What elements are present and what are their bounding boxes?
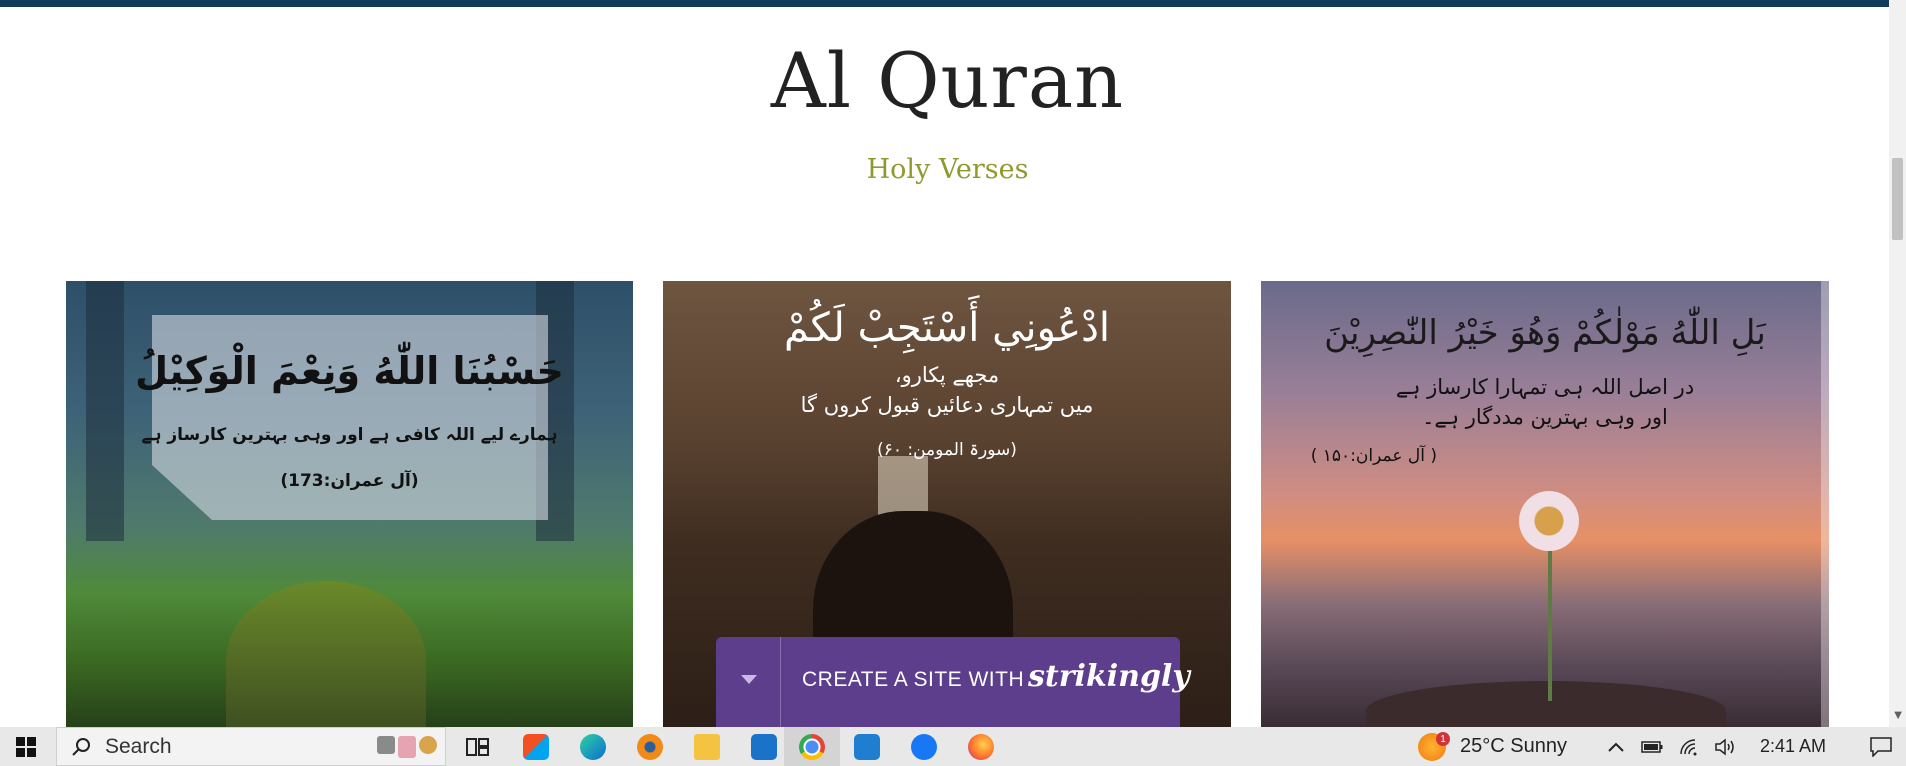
windows-taskbar: Search 1 25°C Sunny 2:41 AM [0, 727, 1906, 766]
page-subtitle: Holy Verses [866, 154, 1029, 185]
search-highlight-image [377, 735, 437, 758]
arabic-verse: ادْعُونِي أَسْتَجِبْ لَكُمْ [783, 305, 1111, 351]
wifi-icon [1680, 738, 1697, 755]
taskbar-app-vscode[interactable] [841, 727, 893, 766]
file-explorer-icon [694, 733, 720, 760]
taskbar-app-firefox[interactable] [955, 727, 1007, 766]
verse-card-balillah[interactable]: بَلِ اللّٰهُ مَوْلٰكُمْ وَهُوَ خَيْرُ ال… [1261, 281, 1829, 727]
chrome-icon [799, 733, 825, 760]
volume-control[interactable] [1710, 727, 1740, 766]
firefox-icon [968, 733, 994, 760]
arabic-verse: بَلِ اللّٰهُ مَوْلٰكُمْ وَهُوَ خَيْرُ ال… [1324, 313, 1766, 353]
caret-down-icon [741, 675, 757, 684]
arabic-verse: حَسْبُنَا اللّٰهُ وَنِعْمَ الْوَكِيْلُ [135, 349, 564, 393]
taskbar-app-facebook[interactable] [898, 727, 950, 766]
weather-text-button[interactable]: 25°C Sunny [1460, 727, 1590, 766]
battery-status[interactable] [1637, 727, 1667, 766]
card-edge-highlight [1821, 281, 1829, 727]
mossy-stump-image [226, 581, 426, 727]
show-hidden-icons-button[interactable] [1603, 727, 1629, 766]
flower-stem-image [1548, 531, 1552, 701]
notification-icon [1870, 736, 1892, 757]
page-scrollbar[interactable]: ▼ [1889, 0, 1906, 727]
urdu-translation-line-1: مجھے پکارو، [894, 363, 1000, 387]
taskbar-search-box[interactable]: Search [56, 727, 446, 766]
weather-text: 25°C Sunny [1460, 735, 1567, 757]
taskbar-app-chrome[interactable] [784, 727, 840, 766]
taskbar-app-mail[interactable] [738, 727, 790, 766]
page-title: Al Quran [770, 36, 1125, 125]
facebook-icon [911, 733, 937, 760]
taskbar-app-edge[interactable] [567, 727, 619, 766]
pot-image [1366, 681, 1726, 727]
chevron-up-icon [1608, 742, 1624, 752]
vscode-icon [854, 733, 880, 760]
search-label: Search [105, 734, 172, 758]
verse-card-hasbunallah[interactable]: حَسْبُنَا اللّٰهُ وَنِعْمَ الْوَكِيْلُ ہ… [66, 281, 633, 727]
flower-icon [1519, 491, 1579, 551]
blender-icon [637, 733, 663, 760]
weather-widget-button[interactable]: 1 [1414, 727, 1450, 766]
weather-notification-badge: 1 [1436, 732, 1450, 746]
urdu-translation: ہمارے لیے اللہ کافی ہے اور وہی بہترین کا… [141, 425, 558, 445]
edge-icon [580, 733, 606, 760]
taskbar-app-blender[interactable] [624, 727, 676, 766]
create-site-banner[interactable]: CREATE A SITE WITH strikingly [716, 637, 1190, 727]
verse-reference: (آل عمران:173) [280, 471, 419, 491]
taskbar-app-file-explorer[interactable] [681, 727, 733, 766]
urdu-translation-line-2: اور وہی بہترین مددگار ہے۔ [1422, 405, 1668, 429]
banner-cta-text[interactable]: CREATE A SITE WITH [802, 668, 1024, 692]
task-view-button[interactable] [452, 727, 504, 766]
mail-icon [751, 733, 777, 760]
banner-collapse-button[interactable] [716, 637, 781, 727]
scrollbar-thumb[interactable] [1892, 158, 1903, 240]
clock-time: 2:41 AM [1759, 736, 1827, 756]
verse-reference: (سورۃ المومن: ۶۰) [877, 440, 1017, 460]
tree-trunk-decoration [86, 281, 124, 541]
verse-reference: ( آل عمران:۱۵۰ ) [1310, 446, 1437, 466]
windows-icon [16, 736, 36, 757]
battery-icon [1641, 740, 1663, 753]
urdu-translation-line-2: میں تمہاری دعائیں قبول کروں گا [800, 393, 1094, 417]
search-icon [72, 737, 90, 756]
action-center-button[interactable] [1856, 727, 1906, 766]
urdu-translation-line-1: در اصل اللہ ہی تمہارا کارساز ہے [1395, 375, 1695, 399]
clock-button[interactable]: 2:41 AM [1748, 727, 1838, 766]
taskbar-app-store[interactable] [510, 727, 562, 766]
start-button[interactable] [0, 727, 52, 766]
task-view-icon [466, 737, 489, 756]
network-status[interactable] [1675, 727, 1705, 766]
speaker-icon [1715, 737, 1734, 756]
store-icon [523, 733, 549, 760]
scroll-down-arrow-icon[interactable]: ▼ [1894, 710, 1902, 721]
top-accent-bar [0, 0, 1906, 7]
strikingly-logo[interactable]: strikingly [1028, 659, 1190, 694]
